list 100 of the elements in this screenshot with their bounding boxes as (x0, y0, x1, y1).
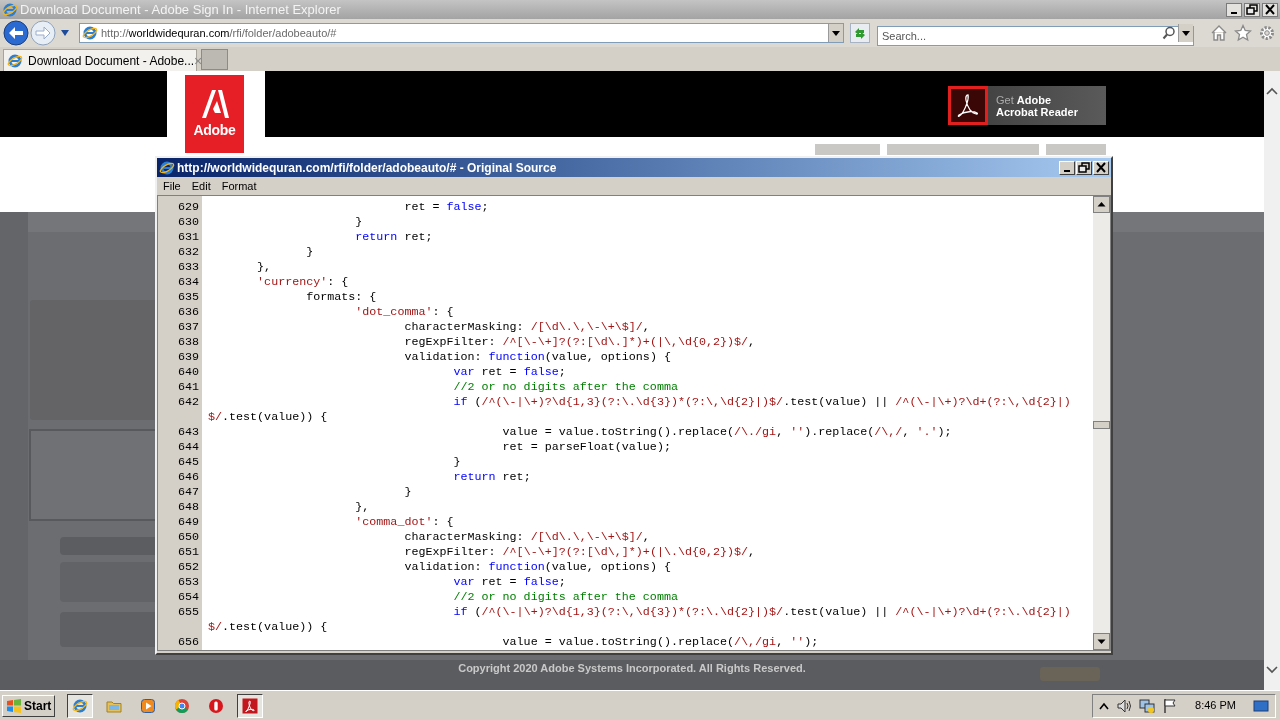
address-field[interactable]: http://worldwidequran.com/rfi/folder/adobeauto/# (79, 23, 844, 43)
line-number: 636 (176, 305, 200, 320)
caret-icon (1182, 30, 1190, 36)
star-icon[interactable] (1234, 24, 1252, 42)
code-line: 'comma_dot': { (354, 515, 455, 530)
line-number: 654 (176, 590, 200, 605)
code-line: formats: { (305, 290, 378, 305)
logo-text: Adobe (193, 123, 236, 137)
minimize-button[interactable] (1226, 2, 1242, 17)
dropdown-button[interactable] (828, 24, 843, 42)
line-number: 656 (176, 635, 200, 650)
line-number: 650 (176, 530, 200, 545)
code-line: $/.test(value)) { (208, 410, 329, 425)
code-line: }, (354, 500, 371, 515)
close-icon (1094, 161, 1108, 174)
code-line: validation: function(value, options) { (403, 350, 672, 365)
taskbar-button[interactable] (67, 693, 94, 718)
browser-icon (72, 697, 89, 714)
code-line: ret = false; (403, 200, 490, 215)
line-number: 633 (176, 260, 200, 275)
minimize-icon (1231, 12, 1237, 14)
close-icon (1263, 3, 1277, 16)
line-number: 634 (176, 275, 200, 290)
code-line: //2 or no digits after the comma (452, 380, 679, 395)
code-line: characterMasking: /[\d\.\,\-\+\$]/, (403, 320, 651, 335)
settings-icon[interactable] (1258, 24, 1276, 42)
line-number: 630 (176, 215, 200, 230)
code-line: validation: function(value, options) { (403, 560, 672, 575)
network-icon[interactable] (1139, 697, 1156, 714)
line-number: 646 (176, 470, 200, 485)
code-line: return ret; (452, 470, 532, 485)
code-line: value = value.toString().replace(/\./gi, '').replace(/\,/, '.'); (501, 425, 953, 440)
restore-icon (1077, 161, 1091, 174)
back-button[interactable] (3, 20, 29, 46)
copyright-text: Copyright 2020 Adobe Systems Incorporated. All Rights Reserved. (458, 660, 806, 676)
scrollbar[interactable] (1093, 196, 1110, 650)
taskbar-button[interactable] (237, 693, 264, 718)
get-reader-button[interactable]: Get Adobe Acrobat Reader (948, 86, 1106, 125)
restore-icon (1245, 3, 1259, 16)
circle-icon (208, 697, 225, 714)
line-number: 635 (176, 290, 200, 305)
arrows-icon (853, 26, 867, 40)
chevron-up-icon[interactable] (1099, 700, 1110, 711)
close-button[interactable] (1262, 2, 1278, 17)
code-line: 'currency': { (256, 275, 350, 290)
code-line: var ret = false; (452, 575, 567, 590)
line-number: 642 (176, 395, 200, 410)
search-field[interactable]: Search... (877, 26, 1194, 46)
code-line: //2 or no digits after the comma (452, 590, 679, 605)
line-number: 647 (176, 485, 200, 500)
scroll-thumb[interactable] (1093, 421, 1110, 429)
line-number: 637 (176, 320, 200, 335)
code-line: return ret; (354, 230, 434, 245)
browser-icon (7, 52, 23, 69)
scroll-down-icon[interactable] (1266, 666, 1278, 674)
scrollbar[interactable] (1264, 71, 1280, 690)
line-number: 652 (176, 560, 200, 575)
browser-icon (2, 1, 18, 18)
search-icon[interactable] (1162, 26, 1176, 40)
dropdown-icon[interactable] (60, 29, 70, 37)
line-number: 639 (176, 350, 200, 365)
menu-item[interactable]: Format (221, 177, 257, 195)
line-number: 643 (176, 425, 200, 440)
minimize-icon (1064, 170, 1070, 172)
speaker-icon[interactable] (1116, 697, 1133, 714)
line-number: 648 (176, 500, 200, 515)
refresh-button[interactable] (850, 23, 870, 43)
line-number: 649 (176, 515, 200, 530)
start-button[interactable]: Start (2, 694, 56, 717)
logo[interactable]: Adobe (185, 75, 244, 153)
dropdown-button[interactable] (1178, 24, 1193, 42)
menu-item[interactable]: Edit (191, 177, 211, 195)
code-line: } (354, 215, 364, 230)
play-icon (140, 697, 157, 714)
window-title: http://worldwidequran.com/rfi/folder/adobeauto/# - Original Source (177, 159, 557, 177)
line-number: 644 (176, 440, 200, 455)
logo-icon (199, 89, 230, 119)
scroll-down-button[interactable] (1093, 633, 1110, 650)
scroll-up-button[interactable] (1093, 196, 1110, 213)
line-number: 632 (176, 245, 200, 260)
code-line: ret = parseFloat(value); (501, 440, 672, 455)
code-line: var ret = false; (452, 365, 567, 380)
promo-text: Get Adobe (996, 93, 1053, 106)
line-number: 645 (176, 455, 200, 470)
code-line: 'dot_comma': { (354, 305, 455, 320)
flag-icon[interactable] (1162, 697, 1179, 714)
code-line: } (305, 245, 315, 260)
code-line: }, (256, 260, 273, 275)
restore-button[interactable] (1244, 2, 1260, 17)
circle-logo-icon (174, 697, 191, 714)
promo-text: Acrobat Reader (996, 105, 1078, 118)
menu-item[interactable]: File (163, 177, 181, 195)
code-line: regExpFilter: /^[\-\+]?(?:[\d\.]*)+(|\,\d{0,2})$/, (403, 335, 757, 350)
scroll-up-icon[interactable] (1266, 87, 1278, 95)
address-text: http://worldwidequran.com/rfi/folder/adobeauto/# (101, 25, 338, 41)
code-line: } (452, 455, 462, 470)
show-desktop-icon[interactable] (1253, 697, 1269, 714)
line-number: 641 (176, 380, 200, 395)
home-icon[interactable] (1210, 24, 1228, 42)
code-line: value = value.toString().replace(/\,/gi, ''); (501, 635, 820, 650)
